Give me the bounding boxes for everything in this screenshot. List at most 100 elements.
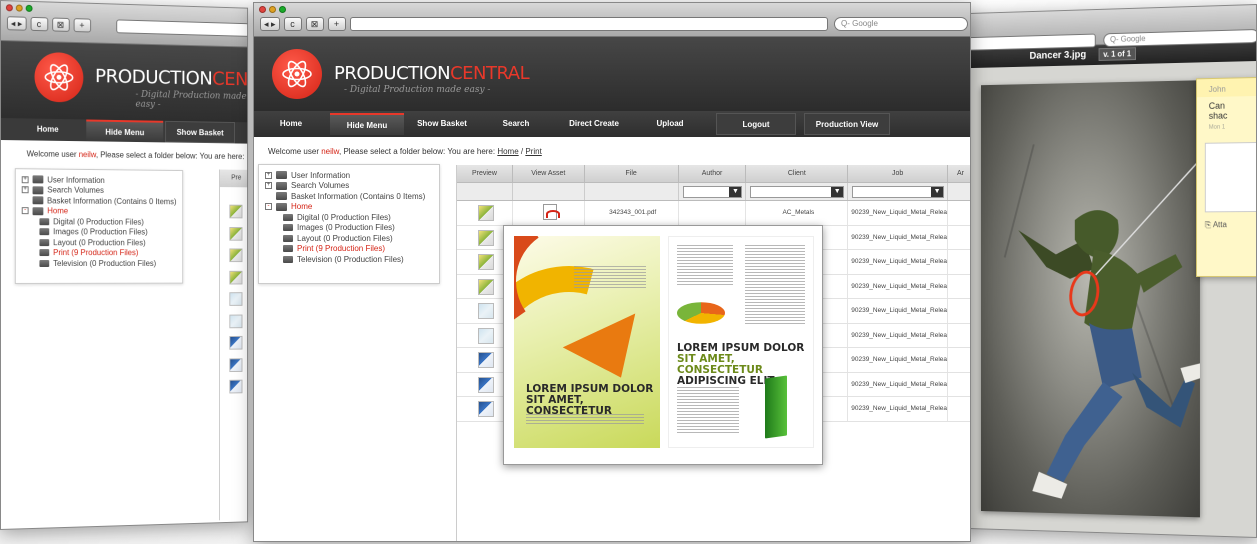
pdf-icon[interactable] [542, 204, 560, 220]
tree-item[interactable]: Digital (0 Production Files) [22, 216, 177, 227]
new-tab-icon[interactable]: + [73, 18, 91, 33]
asset-thumbnail[interactable] [477, 229, 494, 246]
nav-home[interactable]: Home [266, 113, 316, 135]
tree-item[interactable]: Basket Information (Contains 0 Items) [265, 191, 433, 202]
tree-item[interactable]: + Search Volumes [265, 181, 433, 192]
zoom-window-button[interactable] [25, 4, 33, 12]
search-field[interactable]: Q- Google [834, 17, 968, 31]
file-cell: 342343_001.pdf [585, 201, 679, 225]
reload-icon[interactable]: c [283, 17, 302, 31]
column-header[interactable]: File [585, 165, 679, 182]
new-tab-icon[interactable]: + [327, 17, 346, 31]
tree-item-label: Digital (0 Production Files) [297, 212, 391, 222]
attach-row[interactable]: ⎘ Atta [1197, 212, 1257, 230]
address-bar[interactable] [350, 17, 828, 31]
tree-item[interactable]: Television (0 Production Files) [22, 258, 177, 268]
asset-thumbnail[interactable] [477, 352, 494, 368]
tree-item[interactable]: - Home [265, 202, 433, 213]
nav-upload[interactable]: Upload [636, 113, 704, 135]
asset-thumbnail[interactable] [229, 226, 243, 241]
nav-search[interactable]: Search [480, 113, 552, 135]
version-badge[interactable]: v. 1 of 1 [1098, 47, 1136, 61]
column-filter-dropdown[interactable] [852, 186, 945, 198]
minimize-window-button[interactable] [15, 4, 23, 12]
tree-item[interactable]: Print (9 Production Files) [265, 244, 433, 255]
asset-thumbnail[interactable] [477, 278, 494, 295]
nav-show-basket[interactable]: Show Basket [165, 120, 235, 144]
tree-item[interactable]: + User Information [265, 170, 433, 181]
column-filter-dropdown[interactable] [750, 186, 845, 198]
expand-icon[interactable]: + [21, 175, 29, 184]
brochure-preview-popup[interactable]: LOREM IPSUM DOLOR SIT AMET, CONSECTETUR … [503, 225, 823, 465]
asset-thumbnail[interactable] [229, 204, 243, 219]
table-header-preview[interactable]: Pre [231, 175, 241, 182]
nav-show-basket[interactable]: Show Basket [404, 113, 480, 135]
note-date: Mon 1 [1208, 124, 1226, 131]
collapse-icon[interactable]: - [21, 207, 29, 215]
expand-icon[interactable]: + [265, 182, 272, 190]
zoom-window-button[interactable] [279, 6, 286, 13]
tree-item[interactable]: Layout (0 Production Files) [22, 237, 177, 248]
tree-item[interactable]: Television (0 Production Files) [265, 254, 433, 265]
column-header[interactable]: View Asset [513, 165, 585, 182]
tree-item-label: Basket Information (Contains 0 Items) [46, 196, 177, 206]
job-cell: 90239_New_Liquid_Metal_Release [848, 201, 949, 225]
bookmarks-icon[interactable]: ⊠ [51, 17, 70, 32]
asset-thumbnail[interactable] [229, 314, 243, 328]
nav-hide-menu[interactable]: Hide Menu [86, 119, 164, 143]
tree-item[interactable]: Layout (0 Production Files) [265, 233, 433, 244]
asset-thumbnail[interactable] [229, 292, 243, 306]
left-browser-window: ◂ ▸ c ⊠ + PRODUCTIONCENTRAL - Digital Pr… [0, 0, 249, 530]
column-header[interactable]: Client [746, 165, 849, 182]
folder-icon [276, 181, 287, 190]
asset-thumbnail[interactable] [477, 401, 494, 417]
reply-textarea[interactable] [1204, 141, 1257, 213]
breadcrumb-home[interactable]: Home [497, 147, 518, 156]
asset-thumbnail[interactable] [477, 327, 494, 344]
close-window-button[interactable] [259, 6, 266, 13]
column-header[interactable]: Ar [948, 165, 970, 182]
back-forward-icon[interactable]: ◂ ▸ [6, 16, 27, 31]
asset-thumbnail[interactable] [229, 335, 243, 350]
collapse-icon[interactable]: - [265, 203, 272, 211]
back-forward-icon[interactable]: ◂ ▸ [260, 17, 280, 31]
folder-icon [39, 238, 50, 246]
asset-thumbnail[interactable] [477, 205, 494, 221]
expand-icon[interactable]: + [21, 186, 29, 194]
nav-direct-create[interactable]: Direct Create [552, 113, 636, 135]
asset-thumbnail[interactable] [229, 270, 243, 284]
tree-item-label: User Information [291, 170, 351, 180]
nav-production-view[interactable]: Production View [804, 113, 890, 135]
column-header[interactable]: Job [848, 165, 949, 182]
atom-logo-icon [34, 51, 84, 103]
tree-item[interactable]: Print (9 Production Files) [22, 248, 177, 259]
column-filter-dropdown[interactable] [682, 186, 743, 198]
tree-item[interactable]: Images (0 Production Files) [22, 227, 177, 238]
nav-hide-menu[interactable]: Hide Menu [330, 113, 404, 135]
column-header[interactable]: Author [679, 165, 747, 182]
asset-thumbnail[interactable] [229, 379, 243, 394]
asset-thumbnail[interactable] [229, 357, 243, 372]
bookmarks-icon[interactable]: ⊠ [305, 17, 324, 31]
minimize-window-button[interactable] [269, 6, 276, 13]
folder-icon [283, 245, 293, 253]
welcome-username[interactable]: neilw [321, 147, 339, 156]
right-browser-window: Q- Google Dancer 3.jpg v. 1 of 1 John Ca… [963, 4, 1257, 538]
reload-icon[interactable]: c [30, 16, 48, 32]
asset-thumbnail[interactable] [477, 376, 494, 393]
tree-item[interactable]: Images (0 Production Files) [265, 223, 433, 234]
breadcrumb-print[interactable]: Print [525, 147, 541, 156]
tree-item[interactable]: Digital (0 Production Files) [265, 212, 433, 223]
nav-logout[interactable]: Logout [716, 113, 796, 135]
welcome-username[interactable]: neilw [79, 150, 96, 159]
column-header[interactable]: Preview [457, 165, 513, 182]
close-window-button[interactable] [5, 4, 13, 12]
expand-icon[interactable]: + [265, 171, 272, 179]
asset-thumbnail[interactable] [477, 254, 494, 270]
asset-thumbnail[interactable] [229, 248, 243, 263]
asset-thumbnail[interactable] [477, 303, 494, 319]
address-bar[interactable] [116, 19, 249, 37]
table-row[interactable]: 342343_001.pdf AC_Metals 90239_New_Liquid_… [457, 201, 970, 226]
center-browser-window: ◂ ▸ c ⊠ + Q- Google PRODUCTIONCENTRAL - … [253, 2, 971, 542]
nav-home[interactable]: Home [21, 118, 75, 141]
